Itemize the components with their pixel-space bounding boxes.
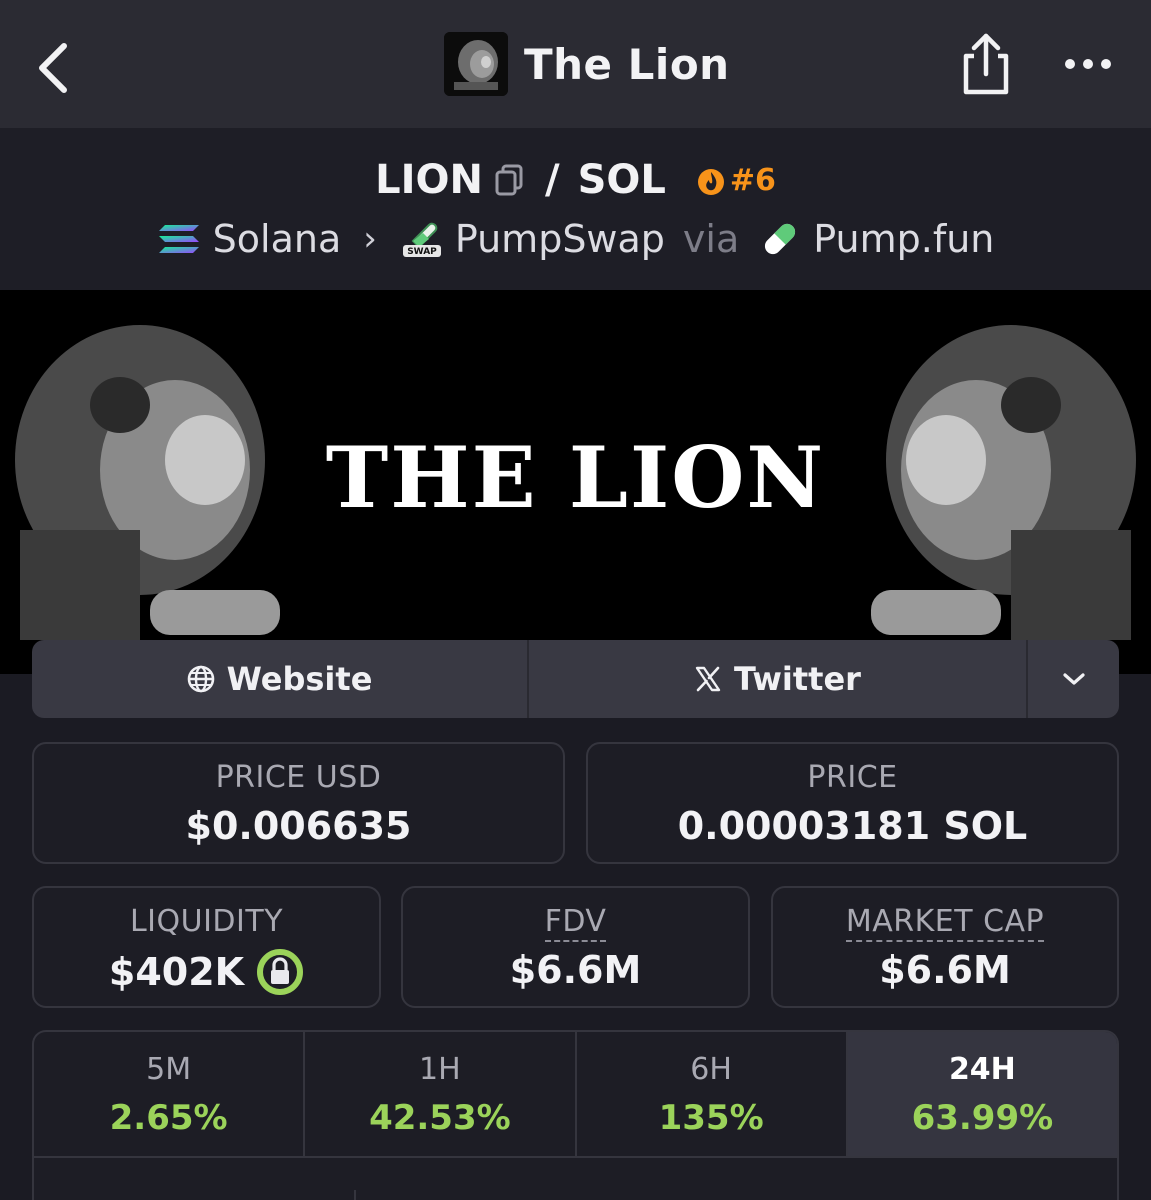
- copy-icon[interactable]: [493, 162, 527, 198]
- fdv-label-wrap[interactable]: FDV: [403, 904, 748, 942]
- liquidity-label: LIQUIDITY: [129, 904, 284, 939]
- token-avatar: [444, 32, 508, 96]
- share-icon: [963, 33, 1009, 95]
- x-logo-icon: [695, 666, 721, 692]
- trending-rank: #6: [729, 162, 776, 198]
- twitter-button[interactable]: Twitter: [529, 640, 1028, 718]
- trending-badge[interactable]: #6: [696, 163, 776, 198]
- liquidity-value-row: $402K: [34, 948, 379, 996]
- token-banner: THE LION: [0, 290, 1151, 674]
- tab-6h[interactable]: 6H 135%: [577, 1032, 848, 1156]
- price-change-value: 2.65%: [109, 1098, 228, 1138]
- twitter-label: Twitter: [734, 660, 861, 698]
- fdv-value: $6.6M: [509, 948, 642, 992]
- website-button[interactable]: Website: [32, 640, 529, 718]
- market-cap-label: MARKET CAP: [845, 904, 1045, 942]
- stats-table-top: [34, 1160, 1117, 1200]
- pill-icon: [765, 223, 796, 255]
- chevron-right-icon: ›: [363, 219, 377, 259]
- tab-label: 24H: [948, 1052, 1016, 1087]
- website-label: Website: [226, 660, 373, 698]
- pair-header: LION / SOL #6 Solana › SWAP PumpSwap via…: [0, 128, 1151, 290]
- pair-title-row: LION / SOL #6: [0, 154, 1151, 206]
- column-divider: [354, 1190, 356, 1200]
- share-button[interactable]: [958, 32, 1014, 98]
- globe-icon: [187, 665, 214, 693]
- market-cap-card: MARKET CAP $6.6M: [771, 886, 1119, 1008]
- timeframe-tabs: 5M 2.65% 1H 42.53% 6H 135% 24H 63.99%: [34, 1032, 1117, 1158]
- chevron-left-icon: [39, 43, 67, 93]
- dex-link[interactable]: PumpSwap: [455, 217, 665, 261]
- via-label: via: [682, 217, 740, 261]
- price-usd-value: $0.006635: [185, 804, 412, 848]
- fdv-label: FDV: [544, 904, 607, 942]
- lock-icon[interactable]: [256, 948, 304, 996]
- chain-link[interactable]: Solana: [213, 217, 342, 261]
- tab-label: 1H: [419, 1052, 461, 1087]
- more-links-dropdown[interactable]: [1028, 640, 1119, 718]
- fdv-card: FDV $6.6M: [401, 886, 750, 1008]
- pair-separator: /: [544, 157, 560, 203]
- price-change-value: 42.53%: [369, 1098, 511, 1138]
- nav-title-group: The Lion: [444, 31, 730, 97]
- liquidity-card: LIQUIDITY $402K: [32, 886, 381, 1008]
- back-button[interactable]: [30, 36, 80, 96]
- tab-5m[interactable]: 5M 2.65%: [34, 1032, 306, 1156]
- breadcrumb: Solana › SWAP PumpSwap via Pump.fun: [0, 214, 1151, 264]
- price-change-value: 135%: [658, 1098, 764, 1138]
- solana-icon: [158, 225, 199, 253]
- price-native-card: PRICE 0.00003181 SOL: [586, 742, 1119, 864]
- chevron-down-icon: [1062, 673, 1085, 685]
- price-change-panel: 5M 2.65% 1H 42.53% 6H 135% 24H 63.99%: [32, 1030, 1119, 1200]
- tab-1h[interactable]: 1H 42.53%: [305, 1032, 577, 1156]
- lion-right-image: [871, 325, 1136, 640]
- top-nav-bar: The Lion: [0, 0, 1151, 128]
- tab-label: 5M: [146, 1052, 192, 1087]
- swap-icon-text: SWAP: [407, 247, 437, 257]
- social-links-bar: Website Twitter: [32, 640, 1119, 718]
- price-native-value: 0.00003181 SOL: [677, 804, 1028, 848]
- pumpswap-icon: SWAP: [402, 222, 441, 257]
- more-options-button[interactable]: [1060, 46, 1116, 82]
- tab-24h[interactable]: 24H 63.99%: [847, 1032, 1117, 1156]
- price-usd-card: PRICE USD $0.006635: [32, 742, 565, 864]
- price-native-label: PRICE: [807, 760, 898, 795]
- market-cap-value: $6.6M: [879, 948, 1011, 992]
- base-token-symbol: LION: [375, 157, 483, 203]
- fire-icon: [697, 169, 724, 195]
- quote-token-symbol: SOL: [577, 157, 666, 203]
- market-cap-label-wrap[interactable]: MARKET CAP: [773, 904, 1117, 942]
- page-title: The Lion: [524, 39, 730, 89]
- liquidity-value: $402K: [108, 950, 245, 994]
- launchpad-link[interactable]: Pump.fun: [813, 217, 994, 261]
- ellipsis-icon: [1065, 59, 1111, 69]
- price-usd-label: PRICE USD: [215, 760, 382, 795]
- tab-label: 6H: [690, 1052, 732, 1087]
- price-change-value: 63.99%: [911, 1098, 1054, 1138]
